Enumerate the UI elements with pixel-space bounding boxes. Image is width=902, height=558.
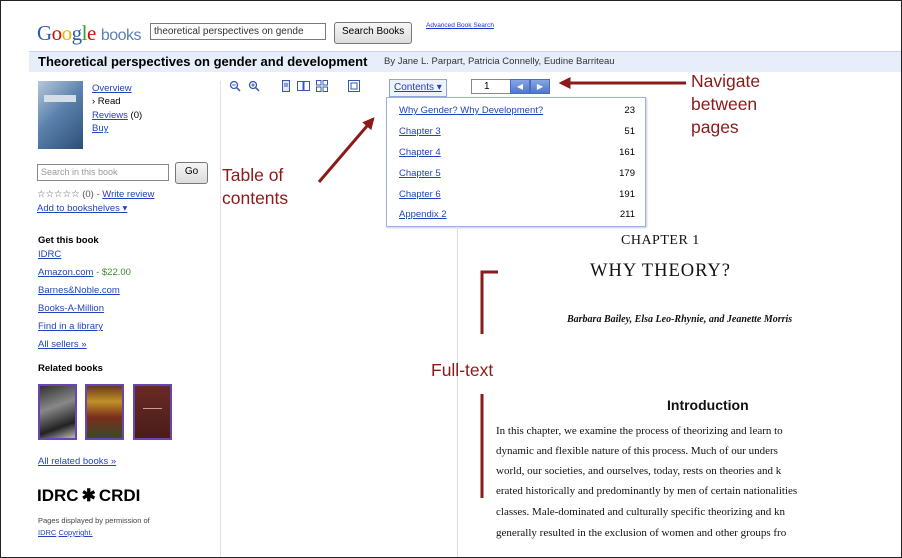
toc-annotation: Table of contents bbox=[222, 165, 289, 208]
fulltext-annotation: Full-text bbox=[431, 360, 494, 380]
navigate-annotation: Navigate between pages bbox=[691, 71, 761, 137]
screenshot-frame: Google books theoretical perspectives on … bbox=[0, 0, 902, 558]
annotation-overlay bbox=[317, 77, 686, 498]
toc-arrow bbox=[317, 117, 375, 183]
fulltext-bracket-top bbox=[480, 270, 498, 334]
